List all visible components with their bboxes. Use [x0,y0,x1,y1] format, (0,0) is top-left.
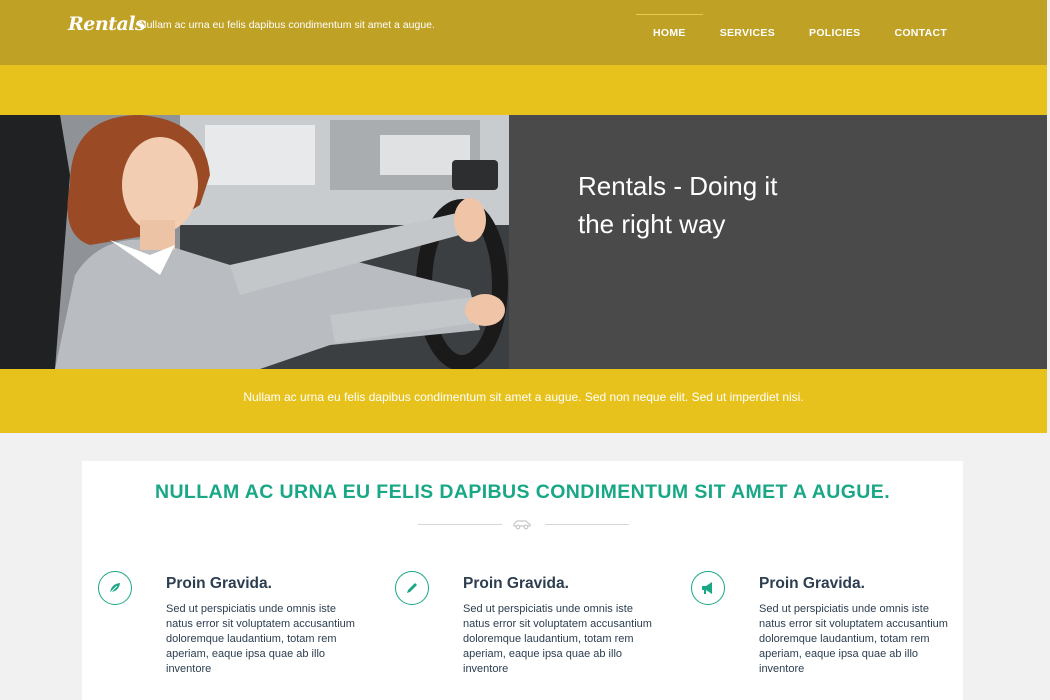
nav-contact[interactable]: CONTACT [877,14,964,50]
hero-title: Rentals - Doing it the right way [578,171,778,239]
feature-text: Sed ut perspiciatis unde omnis iste natu… [166,603,355,675]
header-tagline: Nullam ac urna eu felis dapibus condimen… [139,19,435,31]
hero-photo [0,115,509,369]
strip-text: Nullam ac urna eu felis dapibus condimen… [243,390,804,404]
leaf-icon [98,571,132,605]
yellow-strip: Nullam ac urna eu felis dapibus condimen… [0,369,1047,433]
feature-text: Sed ut perspiciatis unde omnis iste natu… [759,603,948,675]
divider-line-left [418,524,502,525]
car-icon [513,520,531,530]
content-card: NULLAM AC URNA EU FELIS DAPIBUS CONDIMEN… [82,461,963,700]
feature-title: Proin Gravida. [166,575,272,592]
section-divider [418,518,629,532]
divider-line-right [545,524,629,525]
feature-title: Proin Gravida. [463,575,569,592]
hero-panel: Rentals - Doing it the right way [509,115,1047,369]
yellow-band [0,65,1047,115]
feature-item: Proin Gravida. Sed ut perspiciatis unde … [82,571,362,691]
feature-item: Proin Gravida. Sed ut perspiciatis unde … [675,571,955,691]
section-heading: NULLAM AC URNA EU FELIS DAPIBUS CONDIMEN… [154,481,891,503]
site-header: Rentals Nullam ac urna eu felis dapibus … [0,0,1047,65]
woman-driving-illustration [0,115,509,369]
nav-home[interactable]: HOME [636,14,703,50]
nav-policies[interactable]: POLICIES [792,14,877,50]
site-logo[interactable]: Rentals [68,13,146,35]
pencil-icon [395,571,429,605]
feature-item: Proin Gravida. Sed ut perspiciatis unde … [379,571,659,691]
nav-services[interactable]: SERVICES [703,14,792,50]
feature-title: Proin Gravida. [759,575,865,592]
feature-text: Sed ut perspiciatis unde omnis iste natu… [463,603,652,675]
megaphone-icon [691,571,725,605]
main-nav: HOME SERVICES POLICIES CONTACT [636,14,964,50]
